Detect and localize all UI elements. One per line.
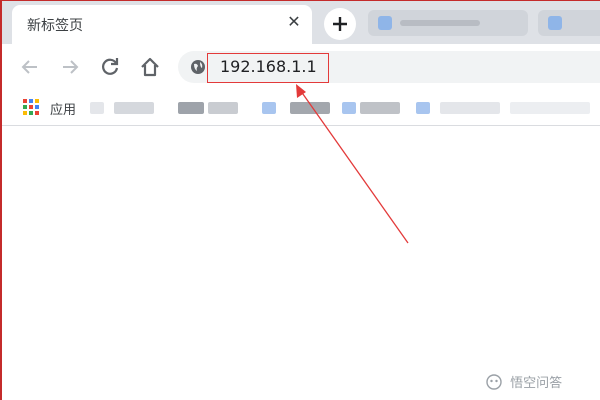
watermark-text: 悟空问答 <box>510 376 563 391</box>
tab-title: 新标签页 <box>27 18 83 34</box>
watermark: 悟空问答 <box>486 372 562 391</box>
wukong-logo-icon <box>486 374 502 390</box>
reload-icon[interactable] <box>98 55 122 79</box>
favicon <box>548 16 562 30</box>
new-tab-button[interactable] <box>324 8 356 40</box>
bookmark-blurred[interactable] <box>114 102 154 114</box>
arrow-right-icon[interactable] <box>58 55 82 79</box>
bookmark-blurred[interactable] <box>178 102 204 114</box>
arrow-left-icon[interactable] <box>18 55 42 79</box>
globe-icon[interactable] <box>190 59 206 75</box>
plus-icon <box>333 17 347 31</box>
tab-title-blurred <box>400 20 480 26</box>
tab-strip: 新标签页 ✕ <box>0 0 600 44</box>
bookmark-blurred[interactable] <box>360 102 400 114</box>
url-highlight-box <box>207 53 329 83</box>
background-tab[interactable] <box>368 10 528 36</box>
bookmarks-bar: 应用 <box>0 90 600 126</box>
tab-new-tab[interactable]: 新标签页 ✕ <box>12 5 312 44</box>
apps-grid-icon[interactable] <box>22 98 40 116</box>
bookmark-blurred[interactable] <box>290 102 330 114</box>
bookmark-blurred[interactable] <box>440 102 500 114</box>
bookmark-blurred[interactable] <box>342 102 356 114</box>
bookmark-blurred[interactable] <box>416 102 430 114</box>
page-content <box>0 126 600 400</box>
close-icon[interactable]: ✕ <box>284 12 304 32</box>
apps-label[interactable]: 应用 <box>50 99 76 118</box>
bookmark-blurred[interactable] <box>510 102 590 114</box>
favicon <box>378 16 392 30</box>
bookmark-blurred[interactable] <box>262 102 276 114</box>
bookmark-blurred[interactable] <box>90 102 104 114</box>
home-icon[interactable] <box>138 55 162 79</box>
background-tab[interactable] <box>538 10 600 36</box>
bookmark-blurred[interactable] <box>208 102 238 114</box>
